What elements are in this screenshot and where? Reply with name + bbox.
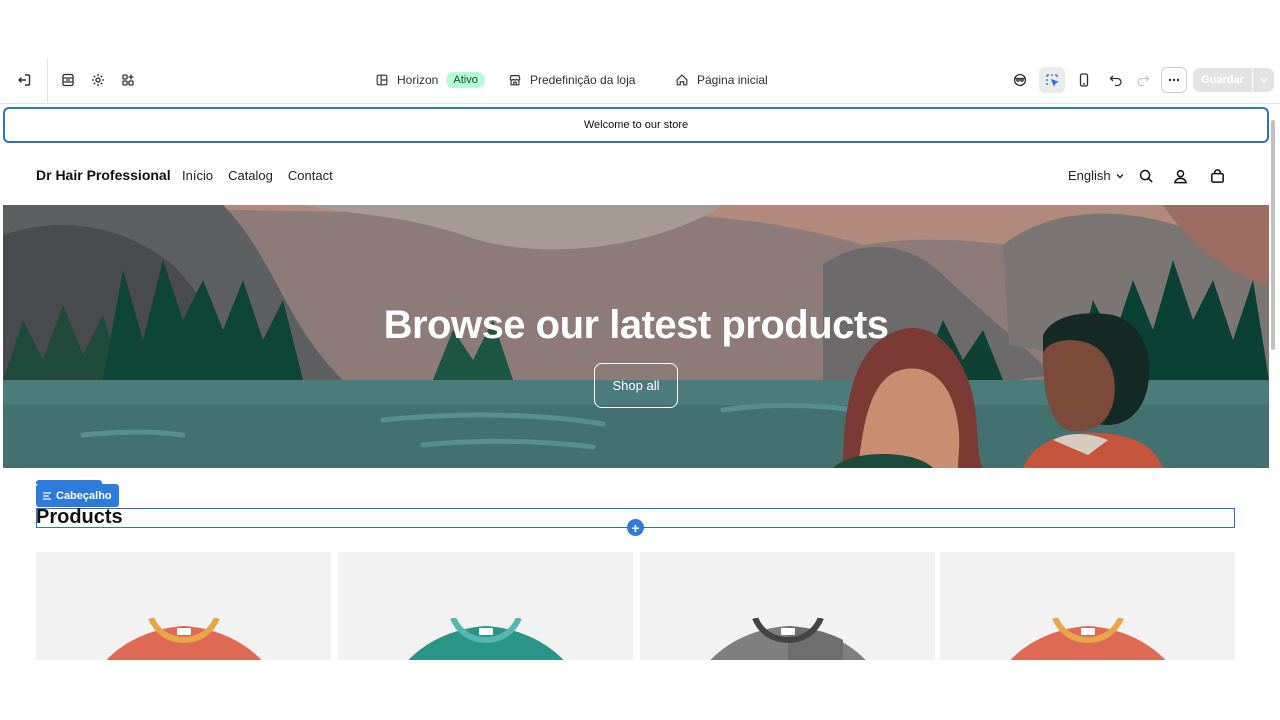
product-card[interactable]	[36, 552, 331, 660]
page-selector[interactable]: Página inicial	[675, 69, 768, 91]
toolbar-divider	[47, 58, 48, 102]
chevron-down-icon[interactable]	[1252, 68, 1274, 92]
sections-icon[interactable]	[55, 67, 81, 93]
store-preview: Welcome to our store Dr Hair Professiona…	[3, 104, 1269, 660]
product-card[interactable]	[338, 552, 633, 660]
menu-item-inicio[interactable]: Início	[182, 168, 213, 183]
menu-item-contact[interactable]: Contact	[288, 168, 333, 183]
section-tag[interactable]: Cabeçalho	[36, 484, 119, 507]
save-button[interactable]: Guardar	[1193, 68, 1274, 92]
hero-banner[interactable]: Browse our latest products	[3, 205, 1269, 468]
language-label: English	[1068, 168, 1111, 183]
text-align-icon	[43, 491, 51, 500]
store-header[interactable]: Dr Hair Professional Início Catalog Cont…	[3, 148, 1269, 204]
page-name-label: Página inicial	[697, 73, 768, 87]
scrollbar-thumb[interactable]	[1271, 120, 1275, 350]
search-icon[interactable]	[1136, 166, 1156, 186]
language-selector[interactable]: English	[1068, 168, 1125, 183]
chevron-down-icon	[1116, 173, 1124, 178]
announcement-bar[interactable]: Welcome to our store	[3, 107, 1269, 143]
tshirt-image	[1010, 618, 1166, 660]
shop-all-button[interactable]: Shop all	[594, 363, 678, 408]
exit-icon[interactable]	[11, 67, 37, 93]
ai-sidekick-icon[interactable]	[1007, 67, 1033, 93]
add-section-icon[interactable]: +	[627, 519, 644, 536]
account-icon[interactable]	[1170, 166, 1190, 186]
home-icon	[676, 74, 688, 86]
mobile-preview-icon[interactable]	[1071, 67, 1097, 93]
store-icon	[509, 75, 521, 86]
theme-name: Horizon	[397, 73, 439, 87]
store-logo[interactable]: Dr Hair Professional	[36, 167, 171, 183]
inspector-select-icon[interactable]	[1039, 67, 1065, 93]
settings-gear-icon[interactable]	[85, 67, 111, 93]
redo-icon[interactable]	[1130, 67, 1156, 93]
products-title: Products	[36, 506, 123, 528]
apps-icon[interactable]	[115, 67, 141, 93]
main-menu: Início Catalog Contact	[182, 168, 333, 183]
cart-bag-icon[interactable]	[1207, 166, 1227, 186]
product-card[interactable]	[640, 552, 935, 660]
menu-item-catalog[interactable]: Catalog	[228, 168, 273, 183]
tshirt-image	[106, 618, 262, 660]
section-tag-label: Cabeçalho	[56, 489, 112, 502]
tshirt-image	[408, 618, 564, 660]
theme-status-badge: Ativo	[446, 72, 485, 88]
store-preset-label: Predefinição da loja	[530, 73, 636, 87]
announcement-text: Welcome to our store	[583, 119, 689, 131]
editor-canvas: Welcome to our store Dr Hair Professiona…	[0, 104, 1280, 660]
preview-scrollbar[interactable]	[1270, 112, 1276, 660]
store-preset-selector[interactable]: Predefinição da loja	[508, 69, 635, 91]
tshirt-image	[710, 618, 866, 660]
editor-toolbar: Horizon Ativo Predefinição da loja Págin…	[0, 56, 1280, 104]
hero-title: Browse our latest products	[383, 303, 889, 347]
save-button-label: Guardar	[1201, 74, 1244, 86]
product-card[interactable]	[940, 552, 1235, 660]
layout-icon	[376, 74, 388, 86]
undo-icon[interactable]	[1103, 67, 1129, 93]
theme-selector[interactable]: Horizon Ativo	[375, 69, 485, 91]
more-actions-icon[interactable]	[1161, 67, 1187, 93]
